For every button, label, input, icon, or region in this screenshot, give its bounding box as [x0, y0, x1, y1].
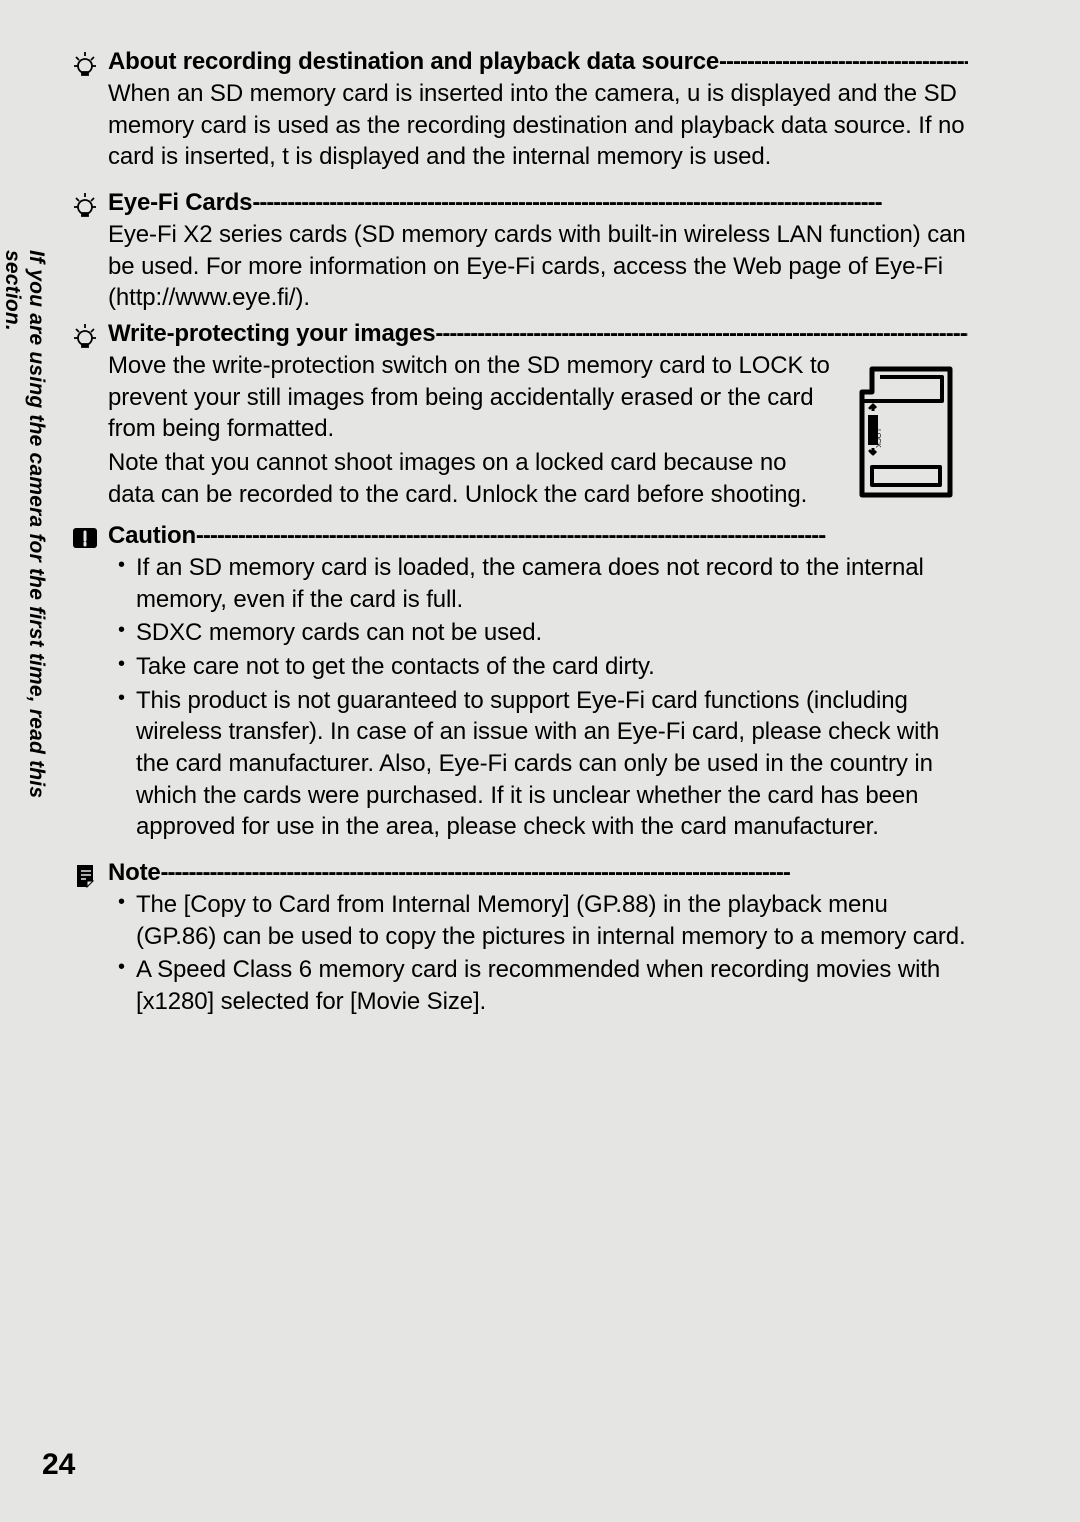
section-note: Note -----------------------------------… — [108, 859, 968, 1018]
list-item: Take care not to get the contacts of the… — [136, 651, 968, 683]
list-item: A Speed Class 6 memory card is recommend… — [136, 954, 968, 1017]
section-caution: Caution --------------------------------… — [108, 522, 968, 843]
section-eye-fi: Eye-Fi Cards ---------------------------… — [108, 189, 968, 314]
heading-dashes: ----------------------------------------… — [719, 48, 968, 76]
section-heading: Caution — [108, 522, 196, 550]
list-item: If an SD memory card is loaded, the came… — [136, 552, 968, 615]
heading-dashes: ----------------------------------------… — [196, 522, 968, 550]
body-paragraph: Eye-Fi X2 series cards (SD memory cards … — [108, 219, 968, 314]
body-paragraph: When an SD memory card is inserted into … — [108, 78, 968, 173]
section-heading: Write-protecting your images — [108, 320, 435, 348]
note-icon — [70, 859, 100, 891]
heading-dashes: ----------------------------------------… — [161, 859, 968, 887]
page-number: 24 — [42, 1448, 75, 1482]
section-write-protect: Write-protecting your images -----------… — [108, 320, 968, 516]
section-heading: Note — [108, 859, 161, 887]
svg-text:LOCK: LOCK — [874, 429, 881, 448]
sd-card-illustration: LOCK — [836, 352, 968, 512]
caution-icon — [70, 522, 100, 554]
heading-dashes: ----------------------------------------… — [252, 189, 968, 217]
section-about-recording: About recording destination and playback… — [108, 48, 968, 173]
tip-bulb-icon — [70, 48, 100, 80]
list-item: SDXC memory cards can not be used. — [136, 617, 968, 649]
tip-bulb-icon — [70, 189, 100, 221]
list-item: The [Copy to Card from Internal Memory] … — [136, 889, 968, 952]
section-heading: Eye-Fi Cards — [108, 189, 252, 217]
side-chapter-text: If you are using the camera for the firs… — [18, 250, 48, 870]
heading-dashes: ----------------------------------------… — [435, 320, 968, 348]
section-heading: About recording destination and playback… — [108, 48, 719, 76]
tip-bulb-icon — [70, 320, 100, 352]
list-item: This product is not guaranteed to suppor… — [136, 685, 968, 843]
main-content: About recording destination and playback… — [108, 48, 968, 1018]
